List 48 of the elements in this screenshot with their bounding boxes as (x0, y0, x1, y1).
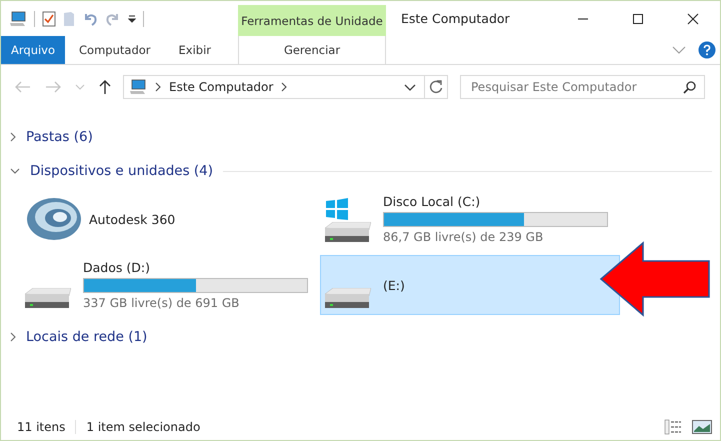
breadcrumb[interactable]: Este Computador (169, 80, 274, 94)
chevron-icon[interactable] (155, 82, 161, 92)
drive-name: Disco Local (C:) (383, 194, 482, 209)
expand-chevron-icon[interactable] (10, 132, 16, 142)
search-field[interactable]: Pesquisar Este Computador (460, 75, 705, 99)
ribbon-tab[interactable]: Exibir (164, 36, 226, 64)
expand-ribbon-icon[interactable] (672, 46, 686, 54)
help-icon[interactable] (698, 41, 716, 59)
drive-name: Autodesk 360 (89, 212, 176, 226)
address-bar[interactable]: Este Computador (123, 75, 448, 99)
large-icons-view-icon[interactable] (692, 419, 712, 435)
item-count: 11 itens (17, 420, 66, 434)
ribbon-tab[interactable]: Gerenciar (239, 36, 385, 64)
selection-count: 1 item selecionado (86, 420, 200, 434)
expand-chevron-icon[interactable] (10, 332, 16, 342)
contextual-tab-group: Ferramentas de Unidade (238, 5, 386, 36)
ribbon-tab[interactable]: Computador (65, 36, 165, 64)
group-header[interactable]: Locais de rede (1) (26, 329, 148, 345)
swirl-icon (25, 196, 83, 242)
search-icon (683, 80, 696, 94)
drive-tile[interactable]: (E:) (320, 255, 620, 315)
up-icon[interactable] (99, 79, 111, 95)
maximize-icon (632, 12, 644, 24)
file-tab[interactable]: Arquivo (1, 36, 66, 64)
free-space-text: 86,7 GB livre(s) de 239 GB (383, 230, 544, 244)
drive-icon (325, 288, 371, 308)
dropdown-caret-icon[interactable] (404, 84, 416, 90)
drive-tile[interactable]: Disco Local (C:) 86,7 GB livre(s) de 239 GB (320, 189, 620, 249)
computer-icon[interactable] (9, 10, 27, 26)
collapse-chevron-icon[interactable] (10, 168, 20, 174)
window-title: Este Computador (401, 11, 510, 26)
drive-tile[interactable]: Autodesk 360 (20, 189, 320, 249)
details-view-icon[interactable] (664, 419, 682, 435)
customize-caret-icon[interactable] (128, 14, 136, 22)
chevron-icon[interactable] (281, 82, 288, 92)
windows-logo-icon (325, 198, 349, 220)
close-icon (686, 12, 698, 24)
group-header[interactable]: Pastas (6) (26, 129, 93, 145)
drive-name: (E:) (383, 278, 406, 292)
computer-icon (129, 79, 147, 95)
refresh-icon (429, 80, 443, 94)
properties-icon[interactable] (42, 10, 56, 26)
drive-icon (325, 222, 371, 242)
group-header[interactable]: Dispositivos e unidades (4) (30, 163, 214, 179)
drive-name: Dados (D:) (83, 260, 151, 275)
drive-icon (25, 288, 71, 308)
drive-tile[interactable]: Dados (D:) 337 GB livre(s) de 691 GB (20, 255, 320, 315)
free-space-text: 337 GB livre(s) de 691 GB (83, 296, 240, 310)
